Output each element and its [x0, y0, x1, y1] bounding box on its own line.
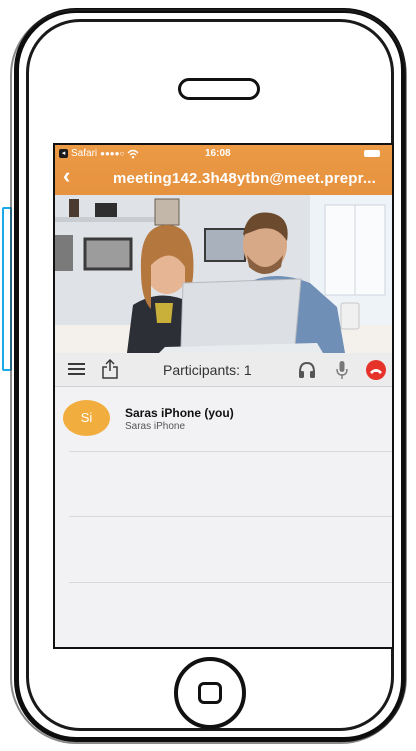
signal-strength: ●●●●○	[100, 149, 125, 158]
participants-count: Participants: 1	[163, 362, 252, 378]
home-button-square-icon	[198, 682, 222, 704]
nav-bar: ◂ Safari ●●●●○ 16:08 ‹ meeting142.3h48yt…	[55, 145, 392, 195]
phone-screen: ◂ Safari ●●●●○ 16:08 ‹ meeting142.3h48yt…	[53, 143, 394, 649]
list-divider	[69, 516, 392, 517]
share-icon[interactable]	[101, 359, 119, 379]
participant-name: Saras iPhone (you)	[125, 406, 234, 420]
list-divider	[69, 582, 392, 583]
hang-up-icon[interactable]	[366, 360, 386, 380]
wifi-icon	[127, 149, 139, 158]
headset-icon[interactable]	[298, 361, 316, 379]
back-chevron-icon[interactable]: ‹	[63, 164, 70, 188]
carrier-label: Safari	[71, 148, 98, 159]
microphone-icon[interactable]	[335, 360, 349, 380]
video-image	[55, 195, 392, 353]
status-time: 16:08	[205, 148, 231, 159]
avatar: Si	[63, 400, 110, 436]
status-left: ◂ Safari ●●●●○	[59, 148, 139, 159]
video-feed	[55, 195, 392, 353]
participant-device: Saras iPhone	[125, 421, 186, 432]
home-button[interactable]	[174, 657, 246, 729]
list-divider	[69, 451, 392, 452]
back-to-app-icon[interactable]: ◂	[59, 149, 68, 158]
meeting-toolbar: Participants: 1	[55, 353, 392, 387]
earpiece-slot	[178, 78, 260, 100]
meeting-title: meeting142.3h48ytbn@meet.prepr...	[113, 170, 376, 187]
battery-icon	[364, 150, 380, 157]
list-item[interactable]: Si Saras iPhone (you) Saras iPhone	[55, 387, 392, 451]
participant-list: Si Saras iPhone (you) Saras iPhone	[55, 387, 392, 647]
hamburger-icon[interactable]	[68, 363, 85, 375]
